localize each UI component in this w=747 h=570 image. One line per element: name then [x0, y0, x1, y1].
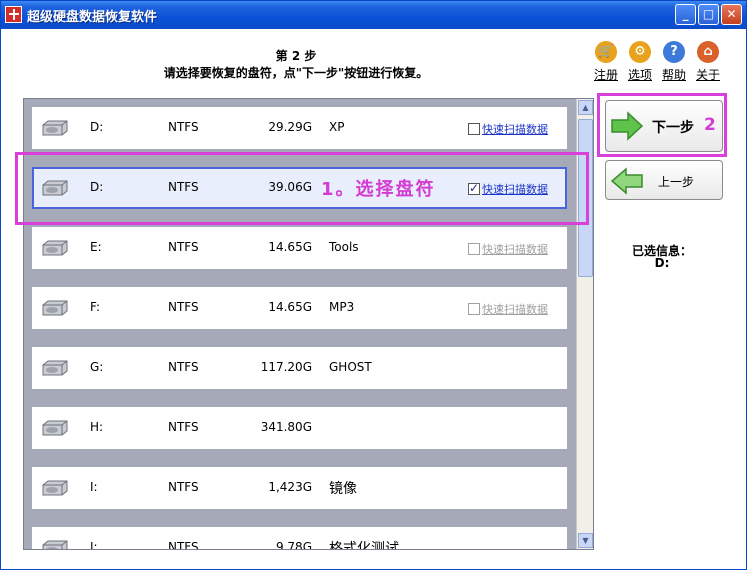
- quick-scan-label: 快速扫描数据: [482, 243, 548, 256]
- hard-disk-icon: [42, 360, 68, 376]
- hard-disk-icon: [42, 300, 68, 316]
- drive-letter: F:: [90, 300, 101, 314]
- drive-letter: D:: [90, 120, 104, 134]
- register-label: 注册: [593, 68, 618, 82]
- scroll-up-button[interactable]: ▲: [578, 100, 593, 115]
- drive-size: 341.80G: [260, 420, 312, 434]
- drive-filesystem: NTFS: [168, 420, 199, 434]
- hard-disk-icon: [42, 120, 68, 136]
- drive-filesystem: NTFS: [168, 120, 199, 134]
- drive-row[interactable]: G: NTFS 117.20G GHOST: [32, 347, 567, 389]
- hard-disk-icon: [42, 540, 68, 549]
- annotation-step1: 1。选择盘符: [321, 179, 436, 200]
- gear-icon: ⚙: [629, 41, 651, 63]
- options-button[interactable]: ⚙ 选项: [625, 41, 655, 83]
- drive-size: 1,423G: [268, 480, 312, 494]
- drive-label: MP3: [329, 300, 355, 314]
- next-label: 下一步: [652, 120, 694, 136]
- drive-row[interactable]: F: NTFS 14.65G MP3 快速扫描数据: [32, 287, 567, 329]
- quick-scan-label[interactable]: 快速扫描数据: [482, 123, 548, 136]
- drive-letter: I:: [90, 480, 98, 494]
- previous-button[interactable]: 上一步: [605, 160, 723, 200]
- step-title: 第 2 步: [275, 49, 317, 63]
- about-label: 关于: [695, 68, 720, 82]
- drive-letter: E:: [90, 240, 102, 254]
- checkbox-box[interactable]: [468, 123, 480, 135]
- about-button[interactable]: ⌂ 关于: [693, 41, 723, 83]
- right-arrow-icon: [611, 111, 644, 141]
- register-button[interactable]: 🛒 注册: [591, 41, 621, 83]
- left-arrow-icon: [610, 167, 643, 195]
- hard-disk-icon: [42, 240, 68, 256]
- drive-size: 14.65G: [268, 240, 312, 254]
- selection-highlight-box: [15, 152, 589, 225]
- drive-row[interactable]: E: NTFS 14.65G Tools 快速扫描数据: [32, 227, 567, 269]
- scroll-down-button[interactable]: ▼: [578, 533, 593, 548]
- drive-label: Tools: [329, 240, 359, 254]
- selection-info-value: D:: [654, 256, 670, 270]
- drive-letter: G:: [90, 360, 104, 374]
- drive-row[interactable]: D: NTFS 29.29G XP 快速扫描数据: [32, 107, 567, 149]
- checkbox-box: [468, 303, 480, 315]
- drive-row[interactable]: H: NTFS 341.80G: [32, 407, 567, 449]
- window-title: 超级硬盘数据恢复软件: [27, 10, 158, 25]
- step-number-annotation: 2: [704, 115, 716, 135]
- drive-size: 117.20G: [260, 360, 312, 374]
- help-icon: ?: [663, 41, 685, 63]
- quick-scan-checkbox-disabled: 快速扫描数据: [468, 241, 548, 257]
- drive-row[interactable]: I: NTFS 1,423G 镜像: [32, 467, 567, 509]
- drive-letter: J:: [90, 540, 98, 550]
- drive-label: 格式化测试: [329, 541, 399, 550]
- quick-scan-label: 快速扫描数据: [482, 303, 548, 316]
- step-description: 请选择要恢复的盘符，点"下一步"按钮进行恢复。: [163, 66, 429, 80]
- maximize-button[interactable]: □: [698, 4, 719, 25]
- options-label: 选项: [627, 68, 652, 82]
- help-label: 帮助: [661, 68, 686, 82]
- app-window: 超级硬盘数据恢复软件 _ □ ✕ 第 2 步 请选择要恢复的盘符，点"下一步"按…: [0, 0, 747, 570]
- drive-size: 9.78G: [275, 540, 312, 550]
- drive-size: 29.29G: [268, 120, 312, 134]
- cart-icon: 🛒: [595, 41, 617, 63]
- drive-filesystem: NTFS: [168, 360, 199, 374]
- checkbox-box: [468, 243, 480, 255]
- drive-row[interactable]: J: NTFS 9.78G 格式化测试: [32, 527, 567, 550]
- drive-label: XP: [329, 120, 345, 134]
- hard-disk-icon: [42, 480, 68, 496]
- hard-disk-icon: [42, 420, 68, 436]
- app-logo-icon: [5, 6, 22, 23]
- drive-size: 14.65G: [268, 300, 312, 314]
- drive-label: GHOST: [329, 360, 372, 374]
- help-button[interactable]: ? 帮助: [659, 41, 689, 83]
- close-button[interactable]: ✕: [721, 4, 742, 25]
- next-button[interactable]: 下一步 2: [605, 100, 723, 152]
- drive-filesystem: NTFS: [168, 540, 199, 550]
- drive-letter: H:: [90, 420, 104, 434]
- quick-scan-checkbox-disabled: 快速扫描数据: [468, 301, 548, 317]
- drive-filesystem: NTFS: [168, 300, 199, 314]
- quick-scan-checkbox[interactable]: 快速扫描数据: [468, 121, 548, 137]
- drive-label: 镜像: [329, 481, 357, 497]
- drive-filesystem: NTFS: [168, 240, 199, 254]
- drive-filesystem: NTFS: [168, 480, 199, 494]
- title-bar[interactable]: 超级硬盘数据恢复软件 _ □ ✕: [1, 1, 746, 29]
- prev-label: 上一步: [658, 175, 695, 189]
- minimize-button[interactable]: _: [675, 4, 696, 25]
- home-icon: ⌂: [697, 41, 719, 63]
